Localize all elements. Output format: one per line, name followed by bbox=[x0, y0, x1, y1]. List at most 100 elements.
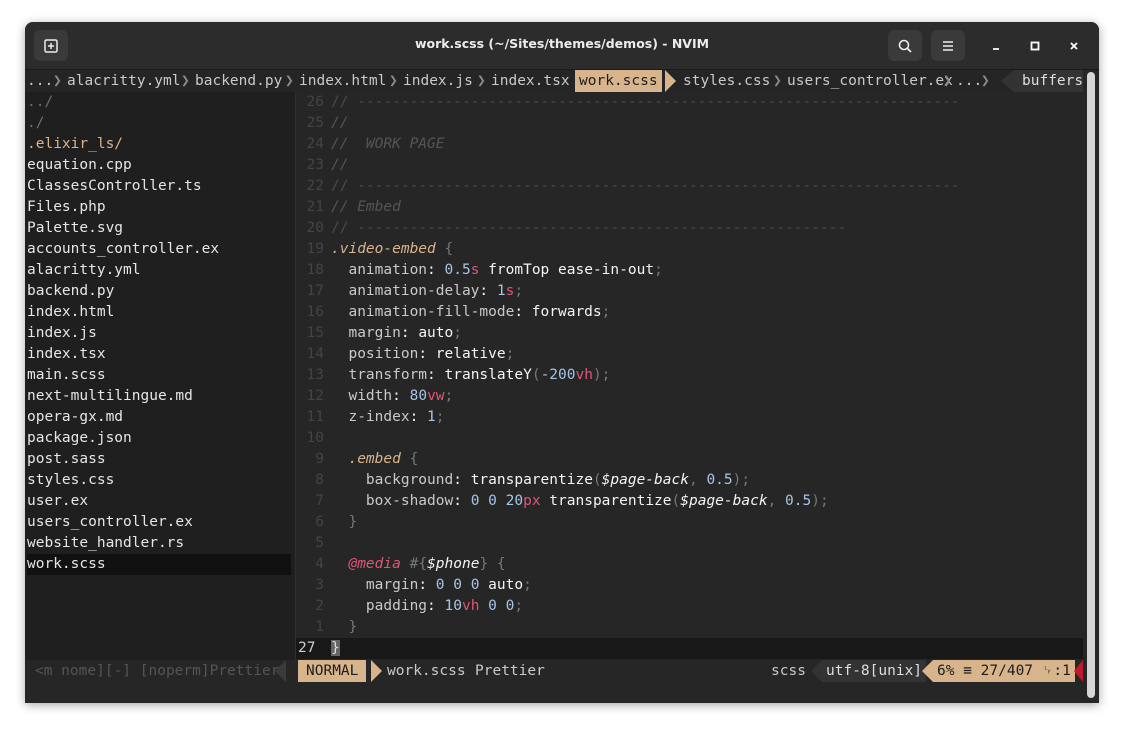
status-position: 6% ≡ 27/407 ␊:1 bbox=[933, 660, 1075, 682]
tab-separator-icon: ❯ bbox=[981, 73, 990, 89]
tab-separator-icon: ❯ bbox=[943, 73, 952, 89]
nvim-window: work.scss (~/Sites/themes/demos) - NVIM … bbox=[25, 22, 1099, 703]
tab-styles-css[interactable]: styles.css bbox=[683, 70, 770, 92]
code-line: 10 bbox=[306, 430, 324, 446]
code-line: 18 animation: 0.5s fromTop ease-in-out; bbox=[306, 262, 663, 278]
maximize-icon bbox=[1030, 41, 1040, 51]
tab-work-scss-active[interactable]: work.scss bbox=[575, 70, 662, 92]
tab-separator-icon: ❯ bbox=[389, 73, 398, 89]
statusline: <m nome][-] [noperm]Prettier NORMAL work… bbox=[25, 660, 1083, 682]
buffers-label: buffers bbox=[1014, 70, 1092, 92]
inactive-statusline: <m nome][-] [noperm]Prettier bbox=[35, 663, 280, 679]
tree-item[interactable]: users_controller.ex bbox=[27, 512, 291, 533]
status-arrow-icon bbox=[922, 660, 933, 682]
code-line: 24// WORK PAGE bbox=[306, 136, 445, 152]
tab-separator-icon: ❯ bbox=[285, 73, 294, 89]
tree-item[interactable]: accounts_controller.ex bbox=[27, 239, 291, 260]
code-line: 20// -----------------------------------… bbox=[306, 220, 847, 236]
tree-item[interactable]: post.sass bbox=[27, 449, 291, 470]
code-line: 17 animation-delay: 1s; bbox=[306, 283, 524, 299]
tree-item-current[interactable]: ./ bbox=[27, 113, 291, 134]
tree-item[interactable]: next-multilingue.md bbox=[27, 386, 291, 407]
mode-indicator: NORMAL bbox=[298, 660, 367, 682]
minimize-button[interactable] bbox=[986, 36, 1006, 56]
tab-index-js[interactable]: index.js bbox=[403, 70, 473, 92]
tab-index-html[interactable]: index.html bbox=[299, 70, 386, 92]
menu-button[interactable] bbox=[931, 30, 965, 61]
code-line: 14 position: relative; bbox=[306, 346, 515, 362]
tree-item[interactable]: backend.py bbox=[27, 281, 291, 302]
current-line: 27} bbox=[296, 638, 1083, 659]
code-line: 15 margin: auto; bbox=[306, 325, 462, 341]
active-tab-arrow-icon bbox=[665, 70, 676, 92]
close-icon bbox=[1070, 42, 1078, 50]
code-line: 19 .video-embed { bbox=[306, 241, 454, 257]
code-line: 21// Embed bbox=[306, 199, 401, 215]
code-line: 11 z-index: 1; bbox=[306, 409, 445, 425]
tree-item[interactable]: index.js bbox=[27, 323, 291, 344]
title-bar: work.scss (~/Sites/themes/demos) - NVIM bbox=[25, 22, 1099, 70]
code-line: 16 animation-fill-mode: forwards; bbox=[306, 304, 611, 320]
maximize-button[interactable] bbox=[1025, 36, 1045, 56]
tree-item[interactable]: ClassesController.ts bbox=[27, 176, 291, 197]
tree-item-parent[interactable]: ../ bbox=[27, 92, 291, 113]
code-line: 9 .embed { bbox=[315, 451, 419, 467]
code-line: 2 padding: 10vh 0 0; bbox=[315, 598, 524, 614]
tree-item[interactable]: index.html bbox=[27, 302, 291, 323]
code-line: 1 } bbox=[315, 619, 358, 635]
code-line: 23// bbox=[306, 157, 349, 173]
scrollbar[interactable] bbox=[1083, 70, 1099, 703]
code-line: 3 margin: 0 0 0 auto; bbox=[315, 577, 532, 593]
status-arrow-icon bbox=[275, 660, 286, 682]
status-filetype: scss bbox=[771, 663, 806, 679]
tab-separator-icon: ❯ bbox=[773, 73, 782, 89]
code-line: 22// -----------------------------------… bbox=[306, 178, 960, 194]
search-icon bbox=[898, 39, 912, 53]
code-line: 25// bbox=[306, 115, 349, 131]
buffers-arrow-icon bbox=[1001, 70, 1014, 92]
tab-alacritty[interactable]: alacritty.yml bbox=[67, 70, 181, 92]
tab-users-controller[interactable]: users_controller.ex bbox=[787, 70, 953, 92]
code-line: 6 } bbox=[315, 514, 358, 530]
tabline: ... ❯ alacritty.yml ❯ backend.py ❯ index… bbox=[25, 70, 1099, 92]
tab-backend[interactable]: backend.py bbox=[195, 70, 282, 92]
tree-item[interactable]: opera-gx.md bbox=[27, 407, 291, 428]
status-formatter: Prettier bbox=[475, 663, 545, 679]
status-error-arrow-icon bbox=[1074, 660, 1083, 682]
code-line: 4 @media #{$phone} { bbox=[315, 556, 506, 572]
tree-item[interactable]: main.scss bbox=[27, 365, 291, 386]
scrollbar-thumb[interactable] bbox=[1087, 72, 1095, 698]
code-line: 8 background: transparentize($page-back,… bbox=[315, 472, 751, 488]
tree-item[interactable]: alacritty.yml bbox=[27, 260, 291, 281]
tab-overflow-left[interactable]: ... bbox=[27, 70, 53, 92]
tab-separator-icon: ❯ bbox=[53, 73, 62, 89]
minimize-icon bbox=[993, 48, 999, 50]
tab-index-tsx[interactable]: index.tsx bbox=[491, 70, 570, 92]
status-arrow-icon bbox=[811, 660, 822, 682]
tree-item[interactable]: equation.cpp bbox=[27, 155, 291, 176]
tree-item[interactable]: user.ex bbox=[27, 491, 291, 512]
tree-item-selected[interactable]: work.scss bbox=[27, 554, 291, 575]
status-encoding: utf-8[unix] bbox=[822, 660, 927, 682]
code-line: 26// -----------------------------------… bbox=[306, 94, 960, 110]
code-line: 12 width: 80vw; bbox=[306, 388, 454, 404]
mode-arrow-icon bbox=[371, 660, 382, 682]
tree-item[interactable]: index.tsx bbox=[27, 344, 291, 365]
tree-item[interactable]: styles.css bbox=[27, 470, 291, 491]
tree-item-elixir-ls[interactable]: .elixir_ls/ bbox=[27, 134, 291, 155]
code-editor[interactable]: 26// -----------------------------------… bbox=[296, 92, 1083, 660]
tree-item[interactable]: Files.php bbox=[27, 197, 291, 218]
code-line: 5 bbox=[315, 535, 324, 551]
tab-overflow-right[interactable]: ... bbox=[956, 70, 982, 92]
hamburger-menu-icon bbox=[943, 40, 953, 51]
tree-item[interactable]: Palette.svg bbox=[27, 218, 291, 239]
command-line[interactable] bbox=[25, 682, 1083, 703]
tree-item[interactable]: package.json bbox=[27, 428, 291, 449]
file-tree: ../ ./ .elixir_ls/ equation.cpp ClassesC… bbox=[25, 92, 295, 660]
cursor: } bbox=[331, 640, 340, 656]
tab-separator-icon: ❯ bbox=[477, 73, 486, 89]
search-button[interactable] bbox=[888, 30, 922, 61]
code-line: 7 box-shadow: 0 0 20px transparentize($p… bbox=[315, 493, 829, 509]
tree-item[interactable]: website_handler.rs bbox=[27, 533, 291, 554]
close-button[interactable] bbox=[1064, 36, 1084, 56]
